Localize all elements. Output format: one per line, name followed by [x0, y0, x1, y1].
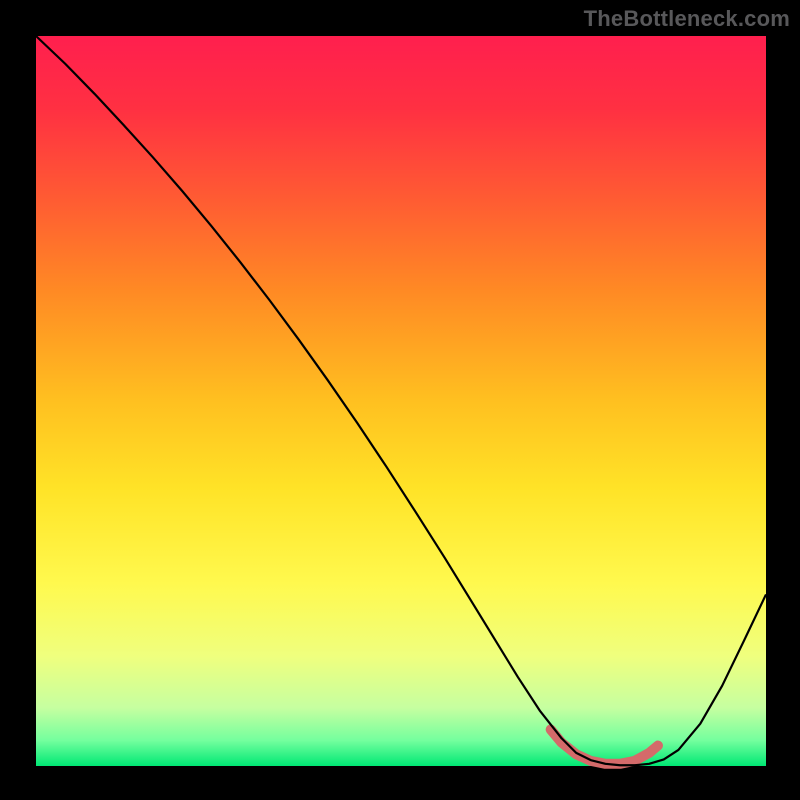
watermark-label: TheBottleneck.com	[584, 6, 790, 32]
plot-background-gradient	[36, 36, 766, 766]
chart-container: TheBottleneck.com	[0, 0, 800, 800]
chart-canvas	[0, 0, 800, 800]
